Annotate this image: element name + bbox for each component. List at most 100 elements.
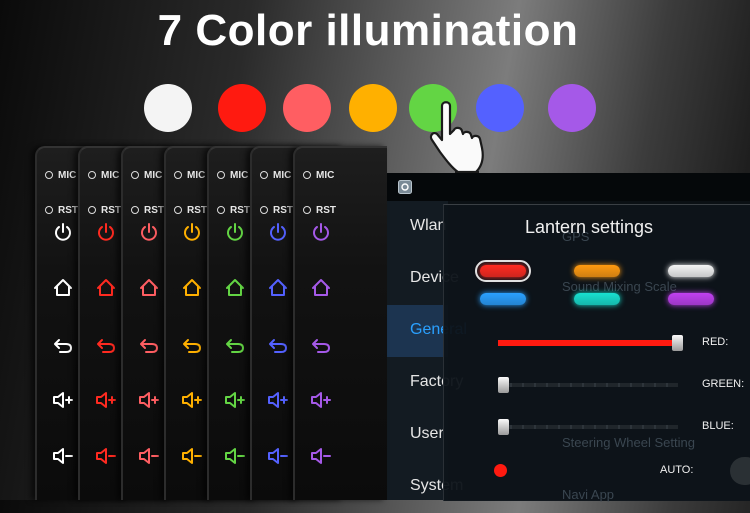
mic-label: MIC bbox=[45, 170, 76, 181]
background-item: Steering Wheel Setting bbox=[562, 435, 695, 450]
reset-text: RST bbox=[273, 205, 293, 216]
home-icon[interactable] bbox=[309, 276, 333, 300]
lantern-color-preset[interactable] bbox=[574, 265, 620, 277]
lantern-color-preset[interactable] bbox=[480, 293, 526, 305]
mic-hole-icon bbox=[88, 171, 96, 180]
volume-up-icon[interactable] bbox=[180, 388, 204, 412]
back-icon[interactable] bbox=[223, 333, 247, 357]
back-icon[interactable] bbox=[180, 333, 204, 357]
pointer-hand-icon bbox=[429, 101, 484, 178]
color-swatch-pink[interactable] bbox=[283, 84, 331, 132]
back-icon[interactable] bbox=[137, 333, 161, 357]
mic-text: MIC bbox=[316, 170, 335, 181]
volume-up-icon[interactable] bbox=[309, 388, 333, 412]
reset-text: RST bbox=[316, 205, 336, 216]
power-icon[interactable] bbox=[223, 221, 247, 245]
menu-item-label: User bbox=[410, 425, 444, 442]
mic-label: MIC bbox=[88, 170, 119, 181]
power-icon[interactable] bbox=[309, 221, 333, 245]
power-icon[interactable] bbox=[180, 221, 204, 245]
lantern-settings-dialog: GPS Sound Mixing Scale Steering Wheel Se… bbox=[443, 204, 750, 502]
reset-hole-icon bbox=[303, 206, 311, 215]
mic-text: MIC bbox=[58, 170, 77, 181]
reset-text: RST bbox=[187, 205, 207, 216]
auto-indicator bbox=[494, 464, 507, 477]
volume-down-icon[interactable] bbox=[94, 444, 118, 468]
slider-thumb[interactable] bbox=[498, 419, 509, 435]
reset-hole-icon bbox=[45, 206, 53, 215]
mic-label: MIC bbox=[217, 170, 248, 181]
mic-label: MIC bbox=[303, 170, 334, 181]
power-icon[interactable] bbox=[137, 221, 161, 245]
home-icon[interactable] bbox=[137, 276, 161, 300]
mic-hole-icon bbox=[217, 171, 225, 180]
home-icon[interactable] bbox=[223, 276, 247, 300]
back-icon[interactable] bbox=[51, 333, 75, 357]
home-icon[interactable] bbox=[94, 276, 118, 300]
slider-thumb[interactable] bbox=[672, 335, 683, 351]
mic-text: MIC bbox=[230, 170, 249, 181]
auto-toggle[interactable] bbox=[730, 457, 750, 485]
volume-up-icon[interactable] bbox=[137, 388, 161, 412]
color-swatch-purple[interactable] bbox=[548, 84, 596, 132]
volume-down-icon[interactable] bbox=[223, 444, 247, 468]
home-icon[interactable] bbox=[180, 276, 204, 300]
status-bar bbox=[348, 173, 750, 201]
home-icon[interactable] bbox=[51, 276, 75, 300]
color-swatch-orange[interactable] bbox=[349, 84, 397, 132]
mic-label: MIC bbox=[174, 170, 205, 181]
back-icon[interactable] bbox=[94, 333, 118, 357]
reset-text: RST bbox=[58, 205, 78, 216]
volume-up-icon[interactable] bbox=[266, 388, 290, 412]
color-swatch-white[interactable] bbox=[144, 84, 192, 132]
reset-text: RST bbox=[230, 205, 250, 216]
mic-hole-icon bbox=[131, 171, 139, 180]
home-icon[interactable] bbox=[266, 276, 290, 300]
mic-hole-icon bbox=[45, 171, 53, 180]
power-icon[interactable] bbox=[94, 221, 118, 245]
mic-text: MIC bbox=[273, 170, 292, 181]
volume-up-icon[interactable] bbox=[94, 388, 118, 412]
reset-label[interactable]: RST bbox=[260, 205, 293, 216]
volume-down-icon[interactable] bbox=[137, 444, 161, 468]
reset-label[interactable]: RST bbox=[88, 205, 121, 216]
headline: 7 Color illumination bbox=[157, 6, 579, 55]
volume-down-icon[interactable] bbox=[51, 444, 75, 468]
reset-label[interactable]: RST bbox=[303, 205, 336, 216]
lantern-color-preset[interactable] bbox=[475, 260, 531, 282]
lantern-color-preset[interactable] bbox=[574, 293, 620, 305]
back-icon[interactable] bbox=[266, 333, 290, 357]
power-icon[interactable] bbox=[266, 221, 290, 245]
menu-item-label: Wlan bbox=[410, 217, 447, 234]
power-icon[interactable] bbox=[51, 221, 75, 245]
slider-label: RED: bbox=[702, 336, 729, 348]
mic-label: MIC bbox=[260, 170, 291, 181]
reset-hole-icon bbox=[217, 206, 225, 215]
reset-label[interactable]: RST bbox=[131, 205, 164, 216]
auto-label: AUTO: bbox=[660, 464, 694, 476]
reset-text: RST bbox=[101, 205, 121, 216]
mic-text: MIC bbox=[187, 170, 206, 181]
lantern-color-preset[interactable] bbox=[668, 293, 714, 305]
lantern-color-preset[interactable] bbox=[668, 265, 714, 277]
reset-label[interactable]: RST bbox=[174, 205, 207, 216]
reset-label[interactable]: RST bbox=[217, 205, 250, 216]
volume-down-icon[interactable] bbox=[309, 444, 333, 468]
reset-text: RST bbox=[144, 205, 164, 216]
slider-label: BLUE: bbox=[702, 420, 734, 432]
volume-down-icon[interactable] bbox=[180, 444, 204, 468]
mic-text: MIC bbox=[144, 170, 163, 181]
volume-up-icon[interactable] bbox=[51, 388, 75, 412]
slider-track[interactable] bbox=[498, 383, 678, 387]
slider-thumb[interactable] bbox=[498, 377, 509, 393]
slider-label: GREEN: bbox=[702, 378, 745, 390]
volume-down-icon[interactable] bbox=[266, 444, 290, 468]
slider-track[interactable] bbox=[498, 425, 678, 429]
volume-up-icon[interactable] bbox=[223, 388, 247, 412]
mic-hole-icon bbox=[174, 171, 182, 180]
reset-hole-icon bbox=[88, 206, 96, 215]
color-swatch-red[interactable] bbox=[218, 84, 266, 132]
settings-app-icon[interactable] bbox=[398, 180, 412, 194]
reset-label[interactable]: RST bbox=[45, 205, 78, 216]
back-icon[interactable] bbox=[309, 333, 333, 357]
